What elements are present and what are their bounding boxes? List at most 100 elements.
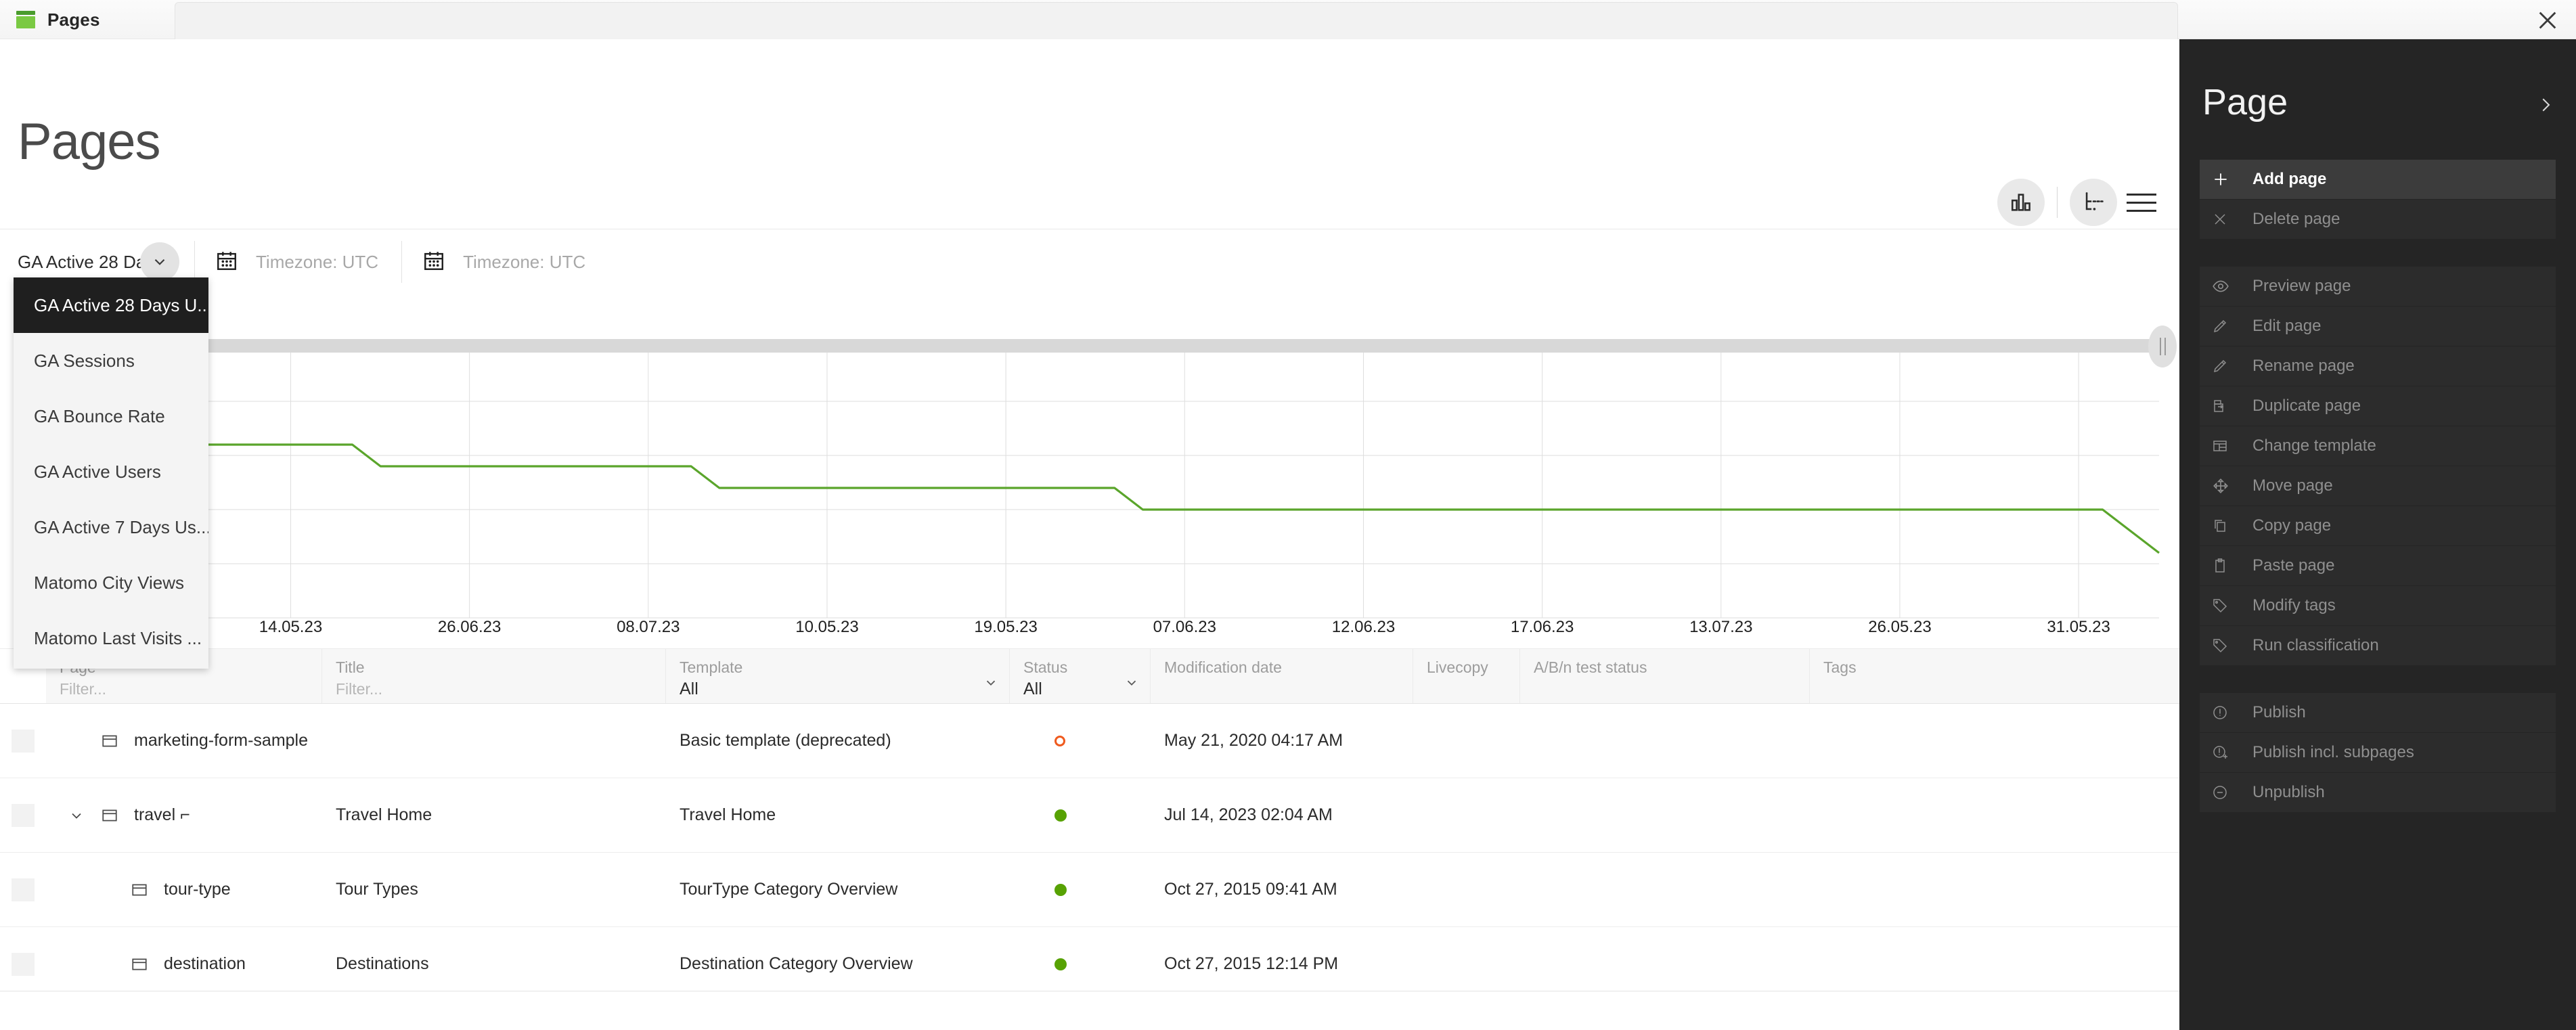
cell-livecopy [1413, 704, 1520, 778]
dropdown-item[interactable]: GA Active 28 Days U... [14, 277, 208, 333]
x-axis-tick-label: 31.05.23 [2047, 618, 2110, 636]
chart-scroll-handle[interactable] [2148, 326, 2177, 367]
x-axis-tick-label: 17.06.23 [1510, 618, 1574, 636]
chart-scrollbar[interactable] [14, 339, 2152, 353]
dropdown-item[interactable]: GA Active 7 Days Us... [14, 499, 208, 555]
cell-abn-test-status [1520, 704, 1810, 778]
rail-item-paste-page[interactable]: Paste page [2200, 546, 2556, 585]
close-icon[interactable] [2534, 7, 2561, 34]
cell-page: destination [46, 927, 322, 991]
rail-item-modify-tags[interactable]: Modify tags [2200, 586, 2556, 625]
status-badge-unpublished [1054, 735, 1065, 746]
close-icon [2212, 211, 2252, 227]
row-checkbox[interactable] [0, 853, 46, 927]
cell-title: Travel Home [336, 805, 432, 824]
rail-item-preview-page[interactable]: Preview page [2200, 267, 2556, 306]
rail-item-label: Delete page [2252, 210, 2340, 228]
column-title: Tags [1823, 658, 1857, 676]
date-to-placeholder: Timezone: UTC [463, 251, 586, 272]
page-icon [92, 807, 127, 824]
rail-item-delete-page[interactable]: Delete page [2200, 200, 2556, 239]
table-column-header-livecopy: Livecopy [1413, 649, 1520, 703]
x-axis-tick-label: 13.07.23 [1689, 618, 1753, 636]
metric-dropdown[interactable]: GA Active 28 Days U... GA Sessions GA Boun… [14, 277, 208, 669]
rail-item-publish[interactable]: Publish [2200, 693, 2556, 732]
page-name: tour-type [164, 880, 231, 899]
status-badge-published [1054, 958, 1067, 970]
rail-item-unpublish[interactable]: Unpublish [2200, 773, 2556, 812]
table-row[interactable]: destination Destinations Destination Categ… [0, 927, 2179, 991]
cell-status [1010, 927, 1151, 991]
date-from-field[interactable]: Timezone: UTC [195, 229, 401, 294]
main-content: Pages GA Active 28 Days Timezone: UTC Ti… [0, 39, 2179, 1030]
date-to-field[interactable]: Timezone: UTC [402, 229, 608, 294]
status-badge-published [1054, 883, 1067, 896]
app-root: Pages Pages GA Active 28 Days Timezone: … [0, 0, 2576, 1030]
page-table: PageFilter...TitleFilter...TemplateAllSt… [0, 648, 2179, 991]
cell-title: Tour Types [336, 880, 418, 899]
rail-item-run-classification[interactable]: Run classification [2200, 626, 2556, 665]
dropdown-item[interactable]: GA Active Users [14, 444, 208, 499]
rail-item-edit-page[interactable]: Edit page [2200, 307, 2556, 346]
pencil-icon [2212, 318, 2252, 334]
rail-item-duplicate-page[interactable]: Duplicate page [2200, 386, 2556, 426]
dropdown-item[interactable]: Matomo City Views [14, 555, 208, 610]
row-checkbox[interactable] [0, 704, 46, 778]
column-filter-input[interactable]: Filter... [60, 677, 321, 700]
hamburger-menu-icon[interactable] [2127, 184, 2163, 221]
page-name: marketing-form-sample [134, 731, 309, 750]
rail-item-add-page[interactable]: Add page [2200, 160, 2556, 199]
table-column-header-mod: Modification date [1151, 649, 1413, 703]
column-filter-select[interactable]: All [680, 677, 1009, 700]
tree-list-icon[interactable] [2070, 179, 2117, 226]
page-title: Pages [18, 113, 160, 171]
table-column-header-title: Title Filter... [322, 649, 666, 703]
dropdown-item[interactable]: GA Sessions [14, 333, 208, 388]
rail-item-label: Preview page [2252, 277, 2351, 295]
cell-livecopy [1413, 853, 1520, 927]
browser-tab[interactable] [175, 2, 2178, 39]
move-icon [2212, 477, 2252, 495]
chevron-down-icon[interactable] [983, 675, 998, 694]
rail-item-label: Unpublish [2252, 783, 2325, 801]
column-filter-input[interactable]: Filter... [336, 677, 665, 700]
calendar-icon [215, 249, 238, 275]
plus-icon [2212, 171, 2252, 188]
column-title: A/B/n test status [1534, 658, 1647, 676]
rail-item-label: Run classification [2252, 636, 2379, 654]
x-axis-tick-label: 26.06.23 [437, 618, 502, 636]
x-axis-tick-label: 07.06.23 [1153, 618, 1216, 636]
publish-plus-icon [2212, 744, 2252, 761]
rail-item-label: Paste page [2252, 556, 2335, 575]
chevron-down-icon[interactable] [1124, 675, 1139, 694]
filter-toolbar: GA Active 28 Days Timezone: UTC Timezone… [0, 229, 2179, 294]
chevron-right-icon[interactable] [2535, 95, 2556, 118]
brand[interactable]: Pages [16, 0, 100, 39]
rail-item-label: Edit page [2252, 317, 2322, 335]
chevron-down-icon[interactable] [140, 242, 179, 282]
x-axis-tick-label: 19.05.23 [974, 618, 1038, 636]
table-row[interactable]: travel ⌐ Travel Home Travel Home Jul 14, 20… [0, 778, 2179, 853]
cell-abn-test-status [1520, 927, 1810, 991]
rail-item-rename-page[interactable]: Rename page [2200, 346, 2556, 386]
rail-body: Add page Delete page Preview page Edit page… [2179, 160, 2576, 812]
rail-group-divider [2179, 240, 2576, 267]
divider [2057, 187, 2058, 218]
rail-item-publish-incl-subpages[interactable]: Publish incl. subpages [2200, 733, 2556, 772]
dropdown-item[interactable]: GA Bounce Rate [14, 388, 208, 444]
rail-item-move-page[interactable]: Move page [2200, 466, 2556, 506]
row-collapse-toggle[interactable] [61, 807, 92, 824]
bar-chart-icon[interactable] [1997, 179, 2045, 226]
x-axis-tick-label: 10.05.23 [795, 618, 859, 636]
table-row[interactable]: marketing-form-sample Basic template (dep… [0, 704, 2179, 778]
rail-group: Preview page Edit page Rename page Duplicat… [2179, 267, 2576, 665]
calendar-icon [422, 249, 445, 275]
rail-item-change-template[interactable]: Change template [2200, 426, 2556, 466]
row-checkbox[interactable] [0, 927, 46, 991]
row-checkbox[interactable] [0, 778, 46, 853]
cell-template: Basic template (deprecated) [680, 731, 891, 750]
table-row[interactable]: tour-type Tour Types TourType Category Ove… [0, 853, 2179, 927]
status-badge-published [1054, 809, 1067, 822]
dropdown-item[interactable]: Matomo Last Visits ... [14, 610, 208, 666]
rail-item-copy-page[interactable]: Copy page [2200, 506, 2556, 545]
